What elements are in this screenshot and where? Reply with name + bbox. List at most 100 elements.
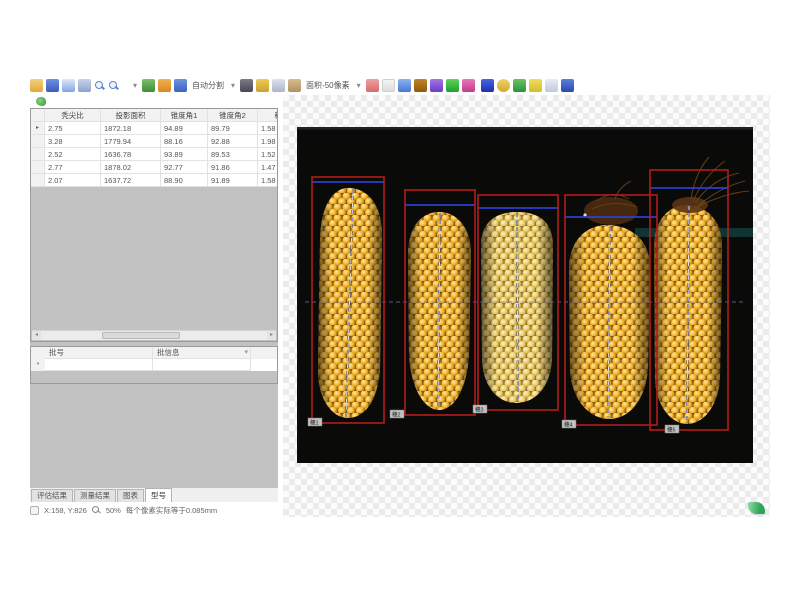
ear-label: 穗4 (564, 420, 573, 428)
file-stack-icon[interactable] (545, 79, 558, 92)
cell: 1.58 (258, 174, 278, 187)
results-table-header: 秃尖比 投影面积 锥度角1 锥度角2 穗长 (31, 109, 277, 122)
chart-yellow-icon[interactable] (529, 79, 542, 92)
batch-people-icon[interactable] (174, 79, 187, 92)
corn-photo-canvas[interactable]: 穗1 穗2 穗3 穗4 穗5 (297, 127, 753, 463)
main-toolbar: ▾ 自动分割 ▾ 面积-50像素 ▾ (30, 76, 540, 95)
cell: 1.58 (258, 122, 278, 135)
zoom-level: 50% (106, 506, 121, 515)
batch-table[interactable]: 批号 批信息 ▾ * (30, 346, 278, 384)
dropdown-caret-icon[interactable]: ▾ (131, 79, 139, 92)
table-row[interactable]: 2.52 1636.78 93.89 89.53 1.52 (31, 148, 277, 161)
zoom-out-icon[interactable] (108, 80, 119, 91)
cell: 92.77 (161, 161, 208, 174)
swatch-red-icon[interactable] (366, 79, 379, 92)
bottom-tab-bar: 评估结果 测量结果 图表 型号 (30, 488, 278, 502)
silk-tassel (672, 197, 708, 213)
zoom-in-icon[interactable] (94, 80, 105, 91)
open-file-icon[interactable] (30, 79, 43, 92)
dropdown-caret-icon[interactable]: ▾ (244, 347, 248, 359)
monitor-icon[interactable] (272, 79, 285, 92)
tab-measure-results[interactable]: 测量结果 (74, 489, 116, 502)
current-row-marker-icon: ▸ (31, 122, 45, 135)
palette-pink-icon[interactable] (462, 79, 475, 92)
scroll-right-icon[interactable]: ▸ (267, 331, 276, 340)
cell: 1.98 (258, 135, 278, 148)
cell: 1.52 (258, 148, 278, 161)
row-marker-header (31, 109, 45, 122)
cell: 1779.94 (101, 135, 161, 148)
cell: 92.88 (208, 135, 258, 148)
cell: 88.16 (161, 135, 208, 148)
area-filter-dropdown[interactable]: 面积-50像素 (304, 80, 352, 91)
save-icon[interactable] (46, 79, 59, 92)
cell: 1872.18 (101, 122, 161, 135)
table-row[interactable]: * (31, 359, 277, 371)
pencil-icon[interactable] (240, 79, 253, 92)
window-view-icon[interactable] (398, 79, 411, 92)
tab-model[interactable]: 型号 (145, 488, 172, 502)
cell: 93.89 (161, 148, 208, 161)
ear-label: 穗3 (475, 405, 484, 413)
image-viewer[interactable]: 穗1 穗2 穗3 穗4 穗5 (283, 95, 770, 517)
dropdown-caret-icon[interactable]: ▾ (355, 79, 363, 92)
eco-green-icon[interactable] (513, 79, 526, 92)
magnifier-icon (92, 506, 101, 515)
column-header[interactable]: 投影面积 (101, 109, 161, 122)
cell: 1.47 (258, 161, 278, 174)
print-icon[interactable] (78, 79, 91, 92)
draw-line-icon[interactable] (430, 79, 443, 92)
cell: 2.75 (45, 122, 101, 135)
plant-logo-icon (36, 97, 46, 106)
marker-yellow-icon[interactable] (256, 79, 269, 92)
results-table[interactable]: 秃尖比 投影面积 锥度角1 锥度角2 穗长 ▸ 2.75 1872.18 94.… (30, 108, 278, 342)
column-header[interactable]: 批信息 ▾ (153, 347, 251, 359)
scrollbar-thumb[interactable] (102, 332, 180, 339)
cell: 1636.78 (101, 148, 161, 161)
table-row[interactable]: 2.77 1878.02 92.77 91.86 1.47 (31, 161, 277, 174)
cell: 1637.72 (101, 174, 161, 187)
column-header[interactable]: 秃尖比 (45, 109, 101, 122)
new-row-marker-icon: * (31, 359, 45, 371)
cell: 1878.02 (101, 161, 161, 174)
cursor-position: X:158, Y:826 (44, 506, 87, 515)
position-icon (30, 506, 39, 515)
swatch-blank-icon[interactable] (382, 79, 395, 92)
history-clock-icon[interactable] (497, 79, 510, 92)
table-row[interactable]: 3.28 1779.94 88.16 92.88 1.98 (31, 135, 277, 148)
column-header[interactable]: 批号 (45, 347, 153, 359)
run-green-icon[interactable] (446, 79, 459, 92)
horizontal-scrollbar[interactable]: ◂ ▸ (32, 330, 276, 340)
cell: 2.77 (45, 161, 101, 174)
statistics-icon[interactable] (561, 79, 574, 92)
delete-icon[interactable] (288, 79, 301, 92)
cell: 88.90 (161, 174, 208, 187)
cell: 2.07 (45, 174, 101, 187)
cell[interactable] (153, 359, 251, 371)
scale-note: 每个像素实际等于0.085mm (126, 505, 217, 516)
status-bar: X:158, Y:826 50% 每个像素实际等于0.085mm (30, 503, 290, 517)
tab-chart[interactable]: 图表 (117, 489, 144, 502)
ear-label: 穗5 (667, 425, 676, 433)
dropdown-caret-icon[interactable]: ▾ (229, 79, 237, 92)
fill-brown-icon[interactable] (414, 79, 427, 92)
table-row[interactable]: ▸ 2.75 1872.18 94.89 89.79 1.58 (31, 122, 277, 135)
flag-icon[interactable] (158, 79, 171, 92)
scroll-left-icon[interactable]: ◂ (32, 331, 41, 340)
cell: 2.52 (45, 148, 101, 161)
cell: 94.89 (161, 122, 208, 135)
settings-blue-icon[interactable] (481, 79, 494, 92)
column-header[interactable]: 穗长 (258, 109, 278, 122)
column-header[interactable]: 锥度角2 (208, 109, 258, 122)
auto-segment-button[interactable]: 自动分割 (190, 80, 226, 91)
table-row[interactable]: 2.07 1637.72 88.90 91.89 1.58 (31, 174, 277, 187)
calibrate-plant-icon[interactable] (142, 79, 155, 92)
silk-tassel (584, 197, 638, 225)
ear-label: 穗2 (392, 410, 401, 418)
photo-top-edge (297, 127, 753, 130)
export-image-icon[interactable] (62, 79, 75, 92)
batch-table-header: 批号 批信息 ▾ (31, 347, 277, 359)
column-header[interactable]: 锥度角1 (161, 109, 208, 122)
cell[interactable] (45, 359, 153, 371)
tab-evaluation-results[interactable]: 评估结果 (31, 489, 73, 502)
